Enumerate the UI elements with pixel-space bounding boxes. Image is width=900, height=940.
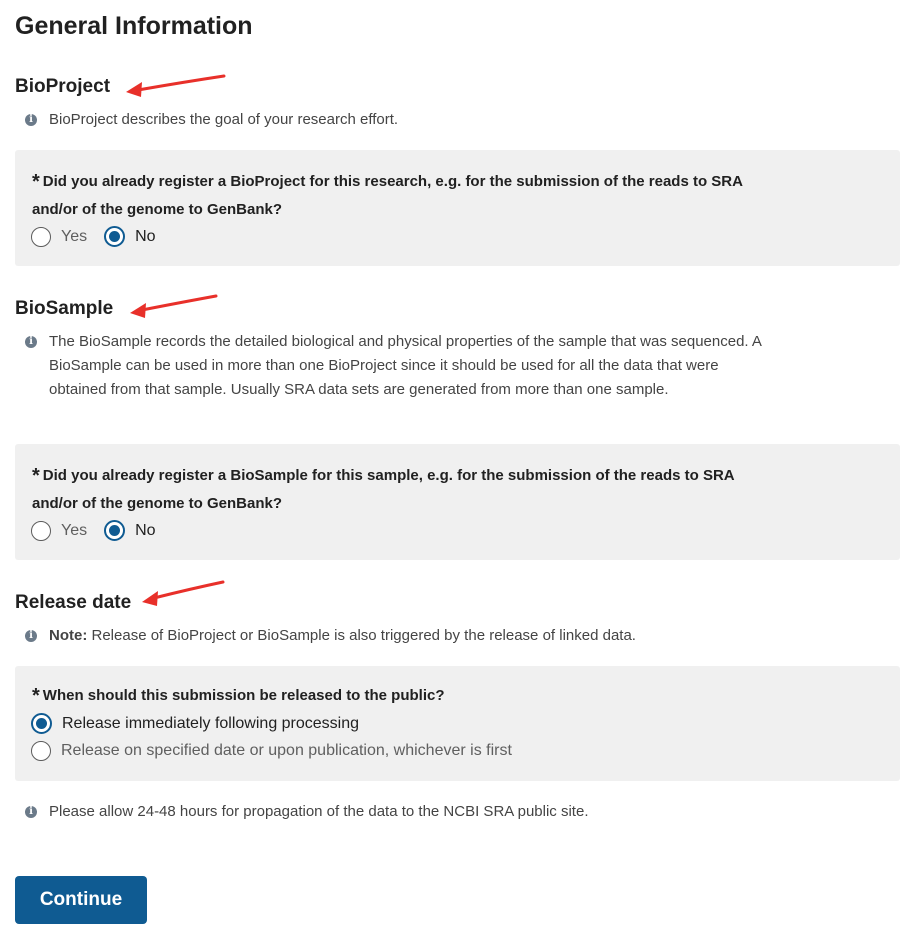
release-date-heading: Release date (15, 592, 132, 613)
required-asterisk-icon: * (32, 465, 40, 487)
bioproject-radio-group: Yes No (31, 226, 173, 247)
propagation-info-text: Please allow 24-48 hours for propagation… (49, 803, 589, 820)
biosample-yes-label[interactable]: Yes (61, 522, 87, 540)
bioproject-question: * Did you already register a BioProject f… (32, 166, 772, 224)
release-question: * When should this submission be released… (32, 680, 772, 710)
release-on-date-radio[interactable] (31, 741, 51, 761)
bioproject-yes-label[interactable]: Yes (61, 228, 87, 246)
bioproject-info: i BioProject describes the goal of your … (25, 108, 845, 132)
bioproject-no-radio[interactable] (104, 226, 126, 247)
release-immediately-label[interactable]: Release immediately following processing (62, 715, 359, 733)
release-immediately-radio[interactable] (31, 713, 52, 734)
release-immediately-option: Release immediately following processing (31, 713, 376, 734)
bioproject-yes-radio[interactable] (31, 226, 51, 247)
annotation-arrow-icon (126, 74, 226, 97)
required-asterisk-icon: * (32, 685, 40, 707)
annotation-arrow-icon (130, 294, 218, 318)
info-icon: i (25, 806, 37, 818)
note-text: Release of BioProject or BioSample is al… (87, 627, 636, 644)
biosample-info: i The BioSample records the detailed bio… (25, 330, 765, 402)
release-question-panel: * When should this submission be released… (15, 666, 900, 781)
biosample-info-text: The BioSample records the detailed biolo… (49, 333, 762, 398)
release-on-date-label[interactable]: Release on specified date or upon public… (61, 742, 512, 760)
required-asterisk-icon: * (32, 171, 40, 193)
annotation-arrow-icon (142, 580, 225, 606)
note-label: Note: (49, 627, 88, 644)
propagation-info: i Please allow 24-48 hours for propagati… (25, 800, 845, 824)
biosample-question-panel: * Did you already register a BioSample fo… (15, 444, 900, 560)
info-icon: i (25, 114, 37, 126)
biosample-radio-group: Yes No (31, 520, 173, 541)
bioproject-no-label[interactable]: No (135, 228, 155, 246)
biosample-no-label[interactable]: No (135, 522, 155, 540)
release-date-note: i Note: Release of BioProject or BioSamp… (25, 624, 845, 648)
biosample-heading: BioSample (15, 298, 114, 319)
bioproject-heading: BioProject (15, 76, 111, 97)
continue-button[interactable]: Continue (15, 876, 147, 924)
release-question-text: When should this submission be released … (42, 687, 445, 704)
biosample-yes-radio[interactable] (31, 520, 51, 541)
biosample-question-text: Did you already register a BioSample for… (32, 467, 735, 512)
info-icon: i (25, 630, 37, 642)
page-title: General Information (15, 12, 253, 40)
bioproject-question-panel: * Did you already register a BioProject f… (15, 150, 900, 266)
biosample-no-radio[interactable] (104, 520, 126, 541)
bioproject-info-text: BioProject describes the goal of your re… (49, 111, 399, 128)
info-icon: i (25, 336, 37, 348)
biosample-question: * Did you already register a BioSample fo… (32, 460, 772, 518)
bioproject-question-text: Did you already register a BioProject fo… (32, 173, 743, 218)
release-on-date-option: Release on specified date or upon public… (31, 741, 529, 761)
